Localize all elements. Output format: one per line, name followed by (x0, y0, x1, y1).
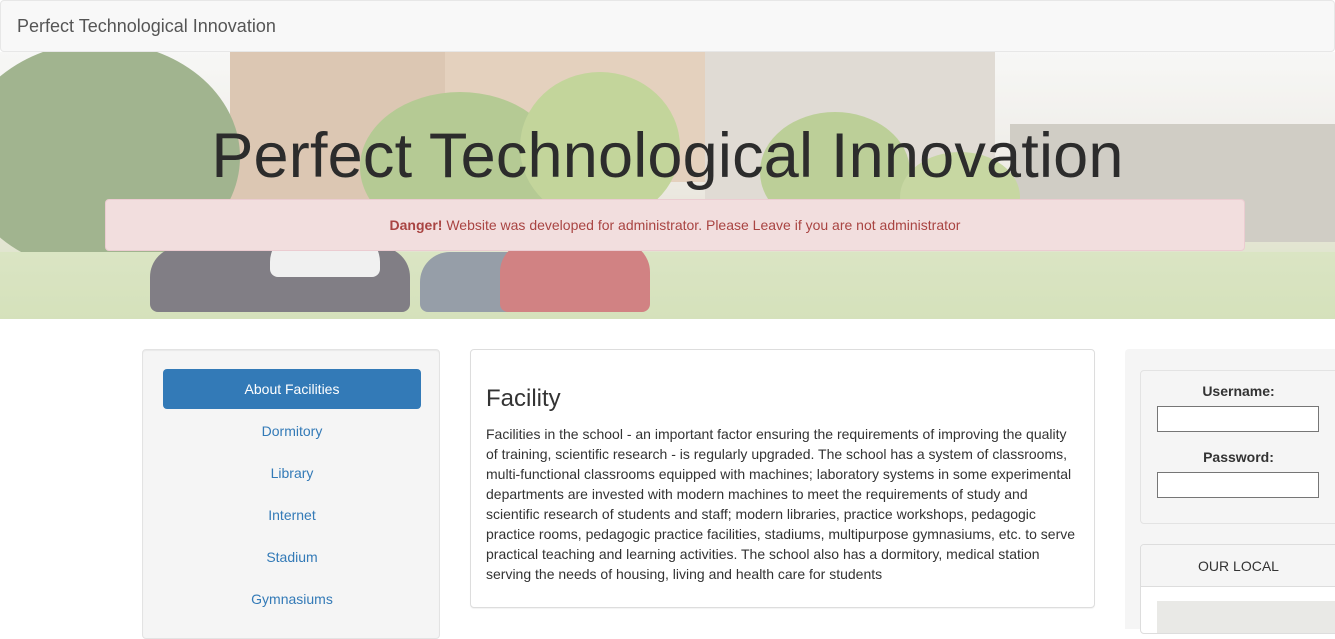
sidebar-item-dormitory[interactable]: Dormitory (163, 411, 421, 451)
our-local-panel: OUR LOCAL (1140, 544, 1335, 634)
facility-content-panel: Facility Facilities in the school - an i… (470, 349, 1095, 608)
password-label: Password: (1203, 449, 1274, 465)
sidebar-item-gymnasiums[interactable]: Gymnasiums (163, 579, 421, 619)
username-label: Username: (1202, 383, 1275, 399)
sidebar-item-about-facilities[interactable]: About Facilities (163, 369, 421, 409)
content-text: Facilities in the school - an important … (486, 426, 1076, 582)
hero-title: Perfect Technological Innovation (211, 121, 1124, 191)
password-input[interactable] (1157, 472, 1319, 498)
sidebar-item-stadium[interactable]: Stadium (163, 537, 421, 577)
danger-alert: Danger! Website was developed for admini… (105, 199, 1245, 251)
sidebar-item-internet[interactable]: Internet (163, 495, 421, 535)
facilities-sidebar: About Facilities Dormitory Library Inter… (142, 349, 440, 639)
hero-banner: Perfect Technological Innovation Danger!… (0, 52, 1335, 319)
navbar-brand-link[interactable]: Perfect Technological Innovation (17, 16, 276, 37)
alert-message: Website was developed for administrator.… (442, 217, 961, 233)
our-local-heading: OUR LOCAL (1141, 545, 1335, 587)
username-input[interactable] (1157, 406, 1319, 432)
top-navbar: Perfect Technological Innovation (0, 0, 1335, 52)
content-title: Facility (486, 385, 561, 412)
alert-strong-label: Danger! (389, 217, 443, 233)
location-map[interactable] (1157, 601, 1335, 633)
login-panel: Username: Password: (1140, 370, 1335, 524)
sidebar-item-library[interactable]: Library (163, 453, 421, 493)
right-column: Username: Password: OUR LOCAL (1125, 349, 1335, 634)
